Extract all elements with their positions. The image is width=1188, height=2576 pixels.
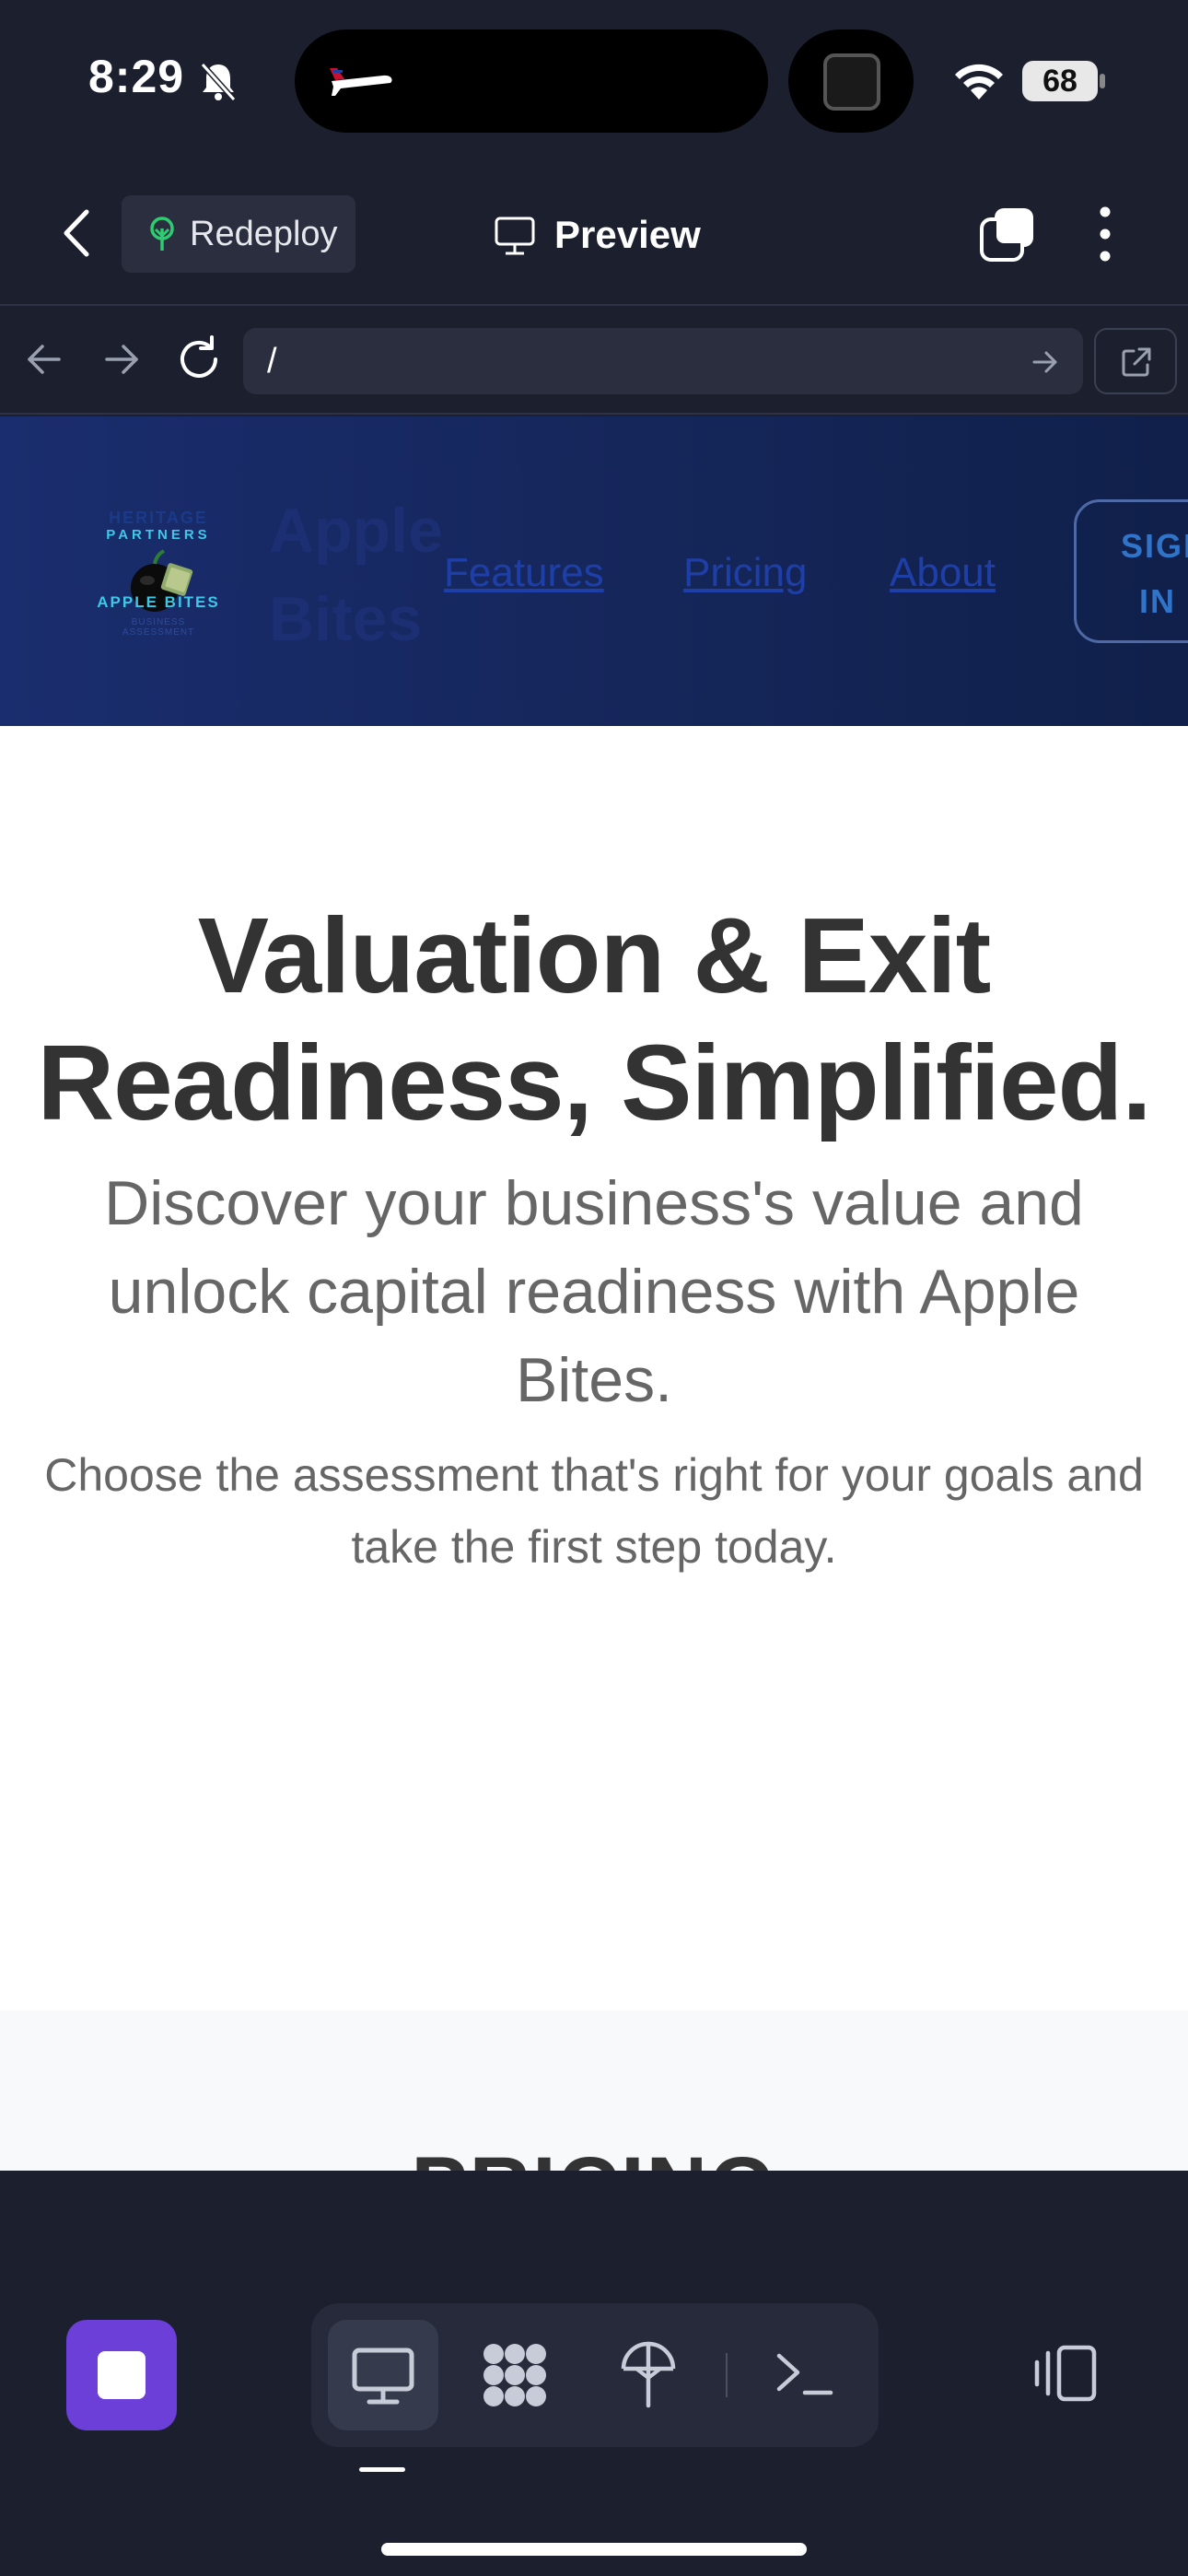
- tabs-icon[interactable]: [978, 205, 1037, 263]
- antenna-icon[interactable]: [614, 2341, 682, 2409]
- preview-title-text: Preview: [554, 213, 701, 256]
- browser-toolbar: /: [0, 306, 1188, 415]
- stop-icon: [98, 2351, 146, 2399]
- more-vertical-icon[interactable]: [1092, 205, 1118, 263]
- battery-tip: [1100, 74, 1105, 88]
- hero-title: Valuation & Exit Readiness, Simplified.: [37, 892, 1151, 1146]
- hero-subtitle: Discover your business's value and unloc…: [104, 1168, 1084, 1415]
- camera-icon: [823, 53, 880, 111]
- logo-text-heritage: HERITAGE: [109, 509, 208, 527]
- hero-title-line-1: Valuation & Exit: [197, 896, 992, 1015]
- site-logo[interactable]: HERITAGE PARTNERS APPLE BITES BUSINESS A…: [96, 509, 221, 645]
- nav-link-about[interactable]: About: [890, 545, 996, 601]
- status-time: 8:29: [88, 51, 185, 102]
- airplane-icon: [330, 68, 392, 96]
- url-text: /: [267, 342, 277, 381]
- hero-title-line-2: Readiness, Simplified.: [37, 1023, 1151, 1142]
- status-bar: 8:29 68: [0, 0, 1188, 162]
- chevron-left-icon[interactable]: [57, 205, 98, 262]
- tree-icon: [150, 217, 174, 251]
- redeploy-button[interactable]: Redeploy: [122, 195, 355, 273]
- panels-icon[interactable]: [1031, 2344, 1100, 2403]
- nav-link-features[interactable]: Features: [444, 545, 604, 601]
- preview-title[interactable]: Preview: [494, 203, 701, 267]
- pricing-section: PRICING: [0, 2010, 1188, 2171]
- sign-in-line-2: IN: [1139, 582, 1176, 620]
- hero-cta-text: Choose the assessment that's right for y…: [44, 1449, 1144, 1573]
- brand-line-2: Bites: [269, 584, 423, 654]
- stop-button[interactable]: [66, 2320, 177, 2430]
- app-header: Redeploy Preview: [0, 162, 1188, 306]
- logo-text-partners: PARTNERS: [106, 527, 211, 543]
- url-input[interactable]: /: [243, 328, 1083, 394]
- redeploy-label: Redeploy: [190, 215, 338, 253]
- brand-line-1: Apple: [269, 496, 443, 566]
- monitor-icon: [352, 2348, 414, 2405]
- open-external-button[interactable]: [1094, 328, 1177, 394]
- site-brand-name[interactable]: Apple Bites: [269, 486, 453, 663]
- sign-in-line-1: SIGN: [1121, 527, 1188, 565]
- web-preview: HERITAGE PARTNERS APPLE BITES BUSINESS A…: [0, 416, 1188, 2171]
- sign-in-button[interactable]: SIGN IN: [1074, 499, 1188, 643]
- external-link-icon: [1122, 347, 1151, 377]
- monitor-icon: [495, 217, 535, 255]
- home-indicator[interactable]: [381, 2543, 807, 2556]
- tool-preview-button[interactable]: [328, 2320, 438, 2430]
- go-arrow-icon[interactable]: [1031, 348, 1059, 376]
- wifi-icon: [955, 64, 1003, 100]
- grid-icon[interactable]: [481, 2341, 549, 2409]
- arrow-right-icon[interactable]: [101, 339, 142, 380]
- hero-section: Valuation & Exit Readiness, Simplified. …: [0, 726, 1188, 1754]
- logo-text-apple-bites: APPLE BITES: [97, 593, 220, 611]
- pricing-heading: PRICING: [0, 2139, 1188, 2171]
- logo-text-assessment: BUSINESS ASSESSMENT: [122, 617, 195, 638]
- reload-icon[interactable]: [175, 335, 223, 383]
- bottom-toolbar: [0, 2263, 1188, 2576]
- terminal-icon[interactable]: [772, 2341, 840, 2409]
- active-tab-indicator: [359, 2467, 405, 2472]
- site-navbar: HERITAGE PARTNERS APPLE BITES BUSINESS A…: [0, 416, 1188, 726]
- nav-link-pricing[interactable]: Pricing: [683, 545, 808, 601]
- bell-slash-icon: [200, 62, 237, 102]
- tool-divider: [726, 2353, 728, 2397]
- arrow-left-icon[interactable]: [24, 339, 64, 380]
- battery-indicator: 68: [1022, 61, 1098, 101]
